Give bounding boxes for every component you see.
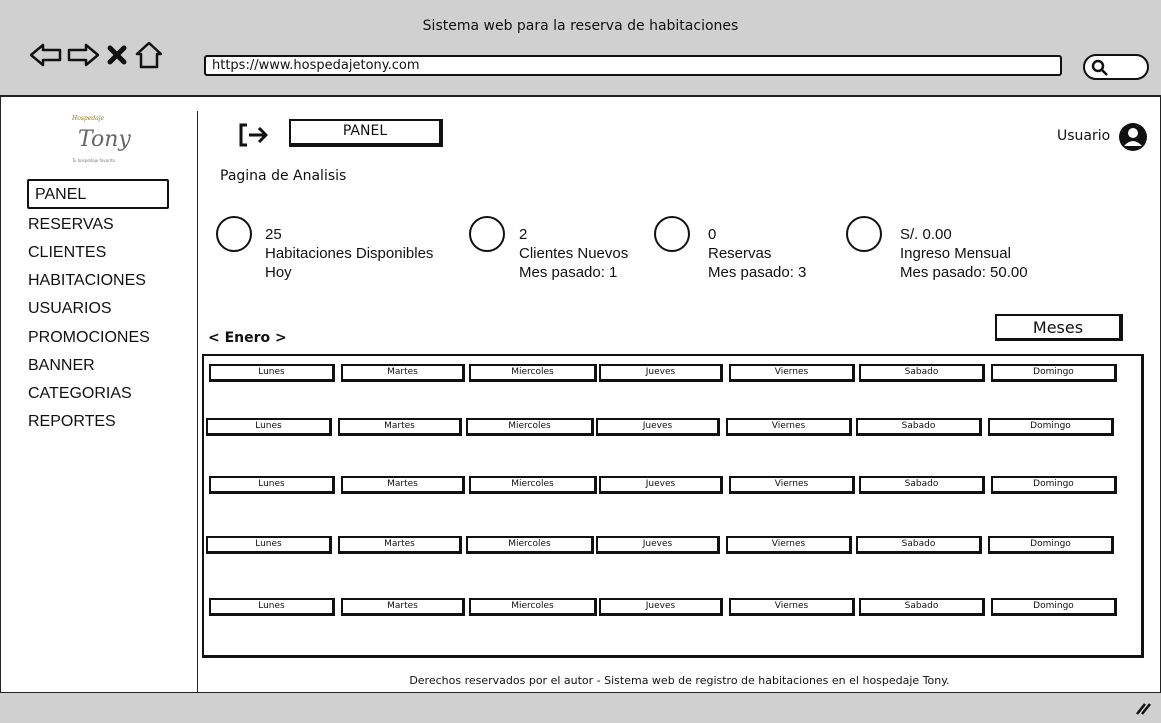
user-avatar-icon[interactable] [1118,122,1148,156]
day-button-jueves[interactable]: Jueves [599,364,723,382]
day-button-viernes[interactable]: Viernes [729,364,855,382]
panel-title-box: PANEL [289,119,443,147]
day-button-miercoles[interactable]: Miercoles [469,476,597,494]
stat-circle [654,216,690,252]
month-navigator[interactable]: < Enero > [208,330,287,346]
close-icon[interactable] [106,38,128,72]
search-icon [1091,59,1108,76]
day-button-lunes[interactable]: Lunes [206,418,332,436]
stat-value: 2 [519,226,528,243]
stat-value: S/. 0.00 [900,226,952,243]
stat-label: Reservas [708,245,772,262]
months-button[interactable]: Meses [995,314,1123,341]
day-button-sabado[interactable]: Sabado [859,476,985,494]
day-button-sabado[interactable]: Sabado [856,536,982,554]
day-button-martes[interactable]: Martes [338,418,462,436]
logo: Tony [78,127,131,152]
window-title: Sistema web para la reserva de habitacio… [422,18,739,34]
sidebar-item-banner[interactable]: BANNER [28,357,95,375]
day-button-jueves[interactable]: Jueves [599,598,723,616]
day-button-lunes[interactable]: Lunes [206,536,332,554]
main-content: PANEL Usuario Pagina de Analisis 25 Habi… [198,111,1161,692]
status-bar [0,692,1161,723]
stat-sub: Mes pasado: 3 [708,264,807,281]
logo-small-text: Hospedaje [72,115,105,122]
day-button-miercoles[interactable]: Miercoles [466,536,594,554]
day-button-miercoles[interactable]: Miercoles [469,364,597,382]
sidebar-item-reservas[interactable]: RESERVAS [28,216,114,234]
sidebar-item-panel[interactable]: PANEL [27,179,169,209]
stat-value: 0 [708,226,717,243]
day-button-domingo[interactable]: Domingo [991,598,1117,616]
day-button-domingo[interactable]: Domingo [988,536,1114,554]
sidebar-item-usuarios[interactable]: USUARIOS [28,300,112,318]
search-button[interactable] [1083,54,1149,80]
stat-value: 25 [265,226,282,243]
browser-toolbar: Sistema web para la reserva de habitacio… [0,0,1161,97]
back-arrow-icon[interactable] [29,38,63,72]
day-button-lunes[interactable]: Lunes [209,364,335,382]
day-button-domingo[interactable]: Domingo [991,364,1117,382]
stat-card: 2 Clientes Nuevos Mes pasado: 1 [519,225,628,282]
sidebar-item-habitaciones[interactable]: HABITACIONES [28,272,146,290]
stat-sub: Mes pasado: 1 [519,264,618,281]
day-button-sabado[interactable]: Sabado [859,364,985,382]
stat-label: Ingreso Mensual [900,245,1011,262]
day-button-viernes[interactable]: Viernes [726,536,852,554]
forward-arrow-icon[interactable] [66,38,100,72]
day-button-viernes[interactable]: Viernes [729,598,855,616]
sidebar-item-clientes[interactable]: CLIENTES [28,244,106,262]
day-button-miercoles[interactable]: Miercoles [469,598,597,616]
url-bar[interactable]: https://www.hospedajetony.com [204,55,1062,76]
day-button-sabado[interactable]: Sabado [859,598,985,616]
logout-icon[interactable] [238,122,270,152]
stat-label: Habitaciones Disponibles [265,245,434,262]
day-button-martes[interactable]: Martes [341,598,465,616]
day-button-martes[interactable]: Martes [341,364,465,382]
logo-tagline: Tu hospedaje favorito [72,158,115,163]
stat-circle [216,216,252,252]
stat-circle [846,216,882,252]
sidebar: Hospedaje Tony Tu hospedaje favorito PAN… [0,111,198,692]
stat-card: S/. 0.00 Ingreso Mensual Mes pasado: 50.… [900,225,1028,282]
day-button-jueves[interactable]: Jueves [596,536,720,554]
day-button-sabado[interactable]: Sabado [856,418,982,436]
stat-sub: Hoy [265,264,292,281]
day-button-domingo[interactable]: Domingo [988,418,1114,436]
stat-sub: Mes pasado: 50.00 [900,264,1028,281]
stat-card: 25 Habitaciones Disponibles Hoy [265,225,433,282]
home-icon[interactable] [134,38,164,72]
calendar-grid: Lunes Martes Miercoles Jueves Viernes Sabado D… [202,354,1144,658]
page-title: Pagina de Analisis [220,168,347,184]
day-button-lunes[interactable]: Lunes [209,598,335,616]
footer-text: Derechos reservados por el autor - Siste… [409,674,950,687]
stat-circle [469,216,505,252]
day-button-viernes[interactable]: Viernes [729,476,855,494]
day-button-jueves[interactable]: Jueves [596,418,720,436]
day-button-martes[interactable]: Martes [341,476,465,494]
day-button-viernes[interactable]: Viernes [726,418,852,436]
user-label[interactable]: Usuario [1057,128,1110,144]
sidebar-item-promociones[interactable]: PROMOCIONES [28,329,150,347]
sidebar-item-categorias[interactable]: CATEGORIAS [28,385,132,403]
day-button-jueves[interactable]: Jueves [599,476,723,494]
stat-card: 0 Reservas Mes pasado: 3 [708,225,806,282]
stat-label: Clientes Nuevos [519,245,629,262]
day-button-martes[interactable]: Martes [338,536,462,554]
day-button-domingo[interactable]: Domingo [991,476,1117,494]
day-button-lunes[interactable]: Lunes [209,476,335,494]
sidebar-item-reportes[interactable]: REPORTES [28,413,116,431]
resize-handle-icon[interactable] [1135,701,1151,715]
day-button-miercoles[interactable]: Miercoles [466,418,594,436]
